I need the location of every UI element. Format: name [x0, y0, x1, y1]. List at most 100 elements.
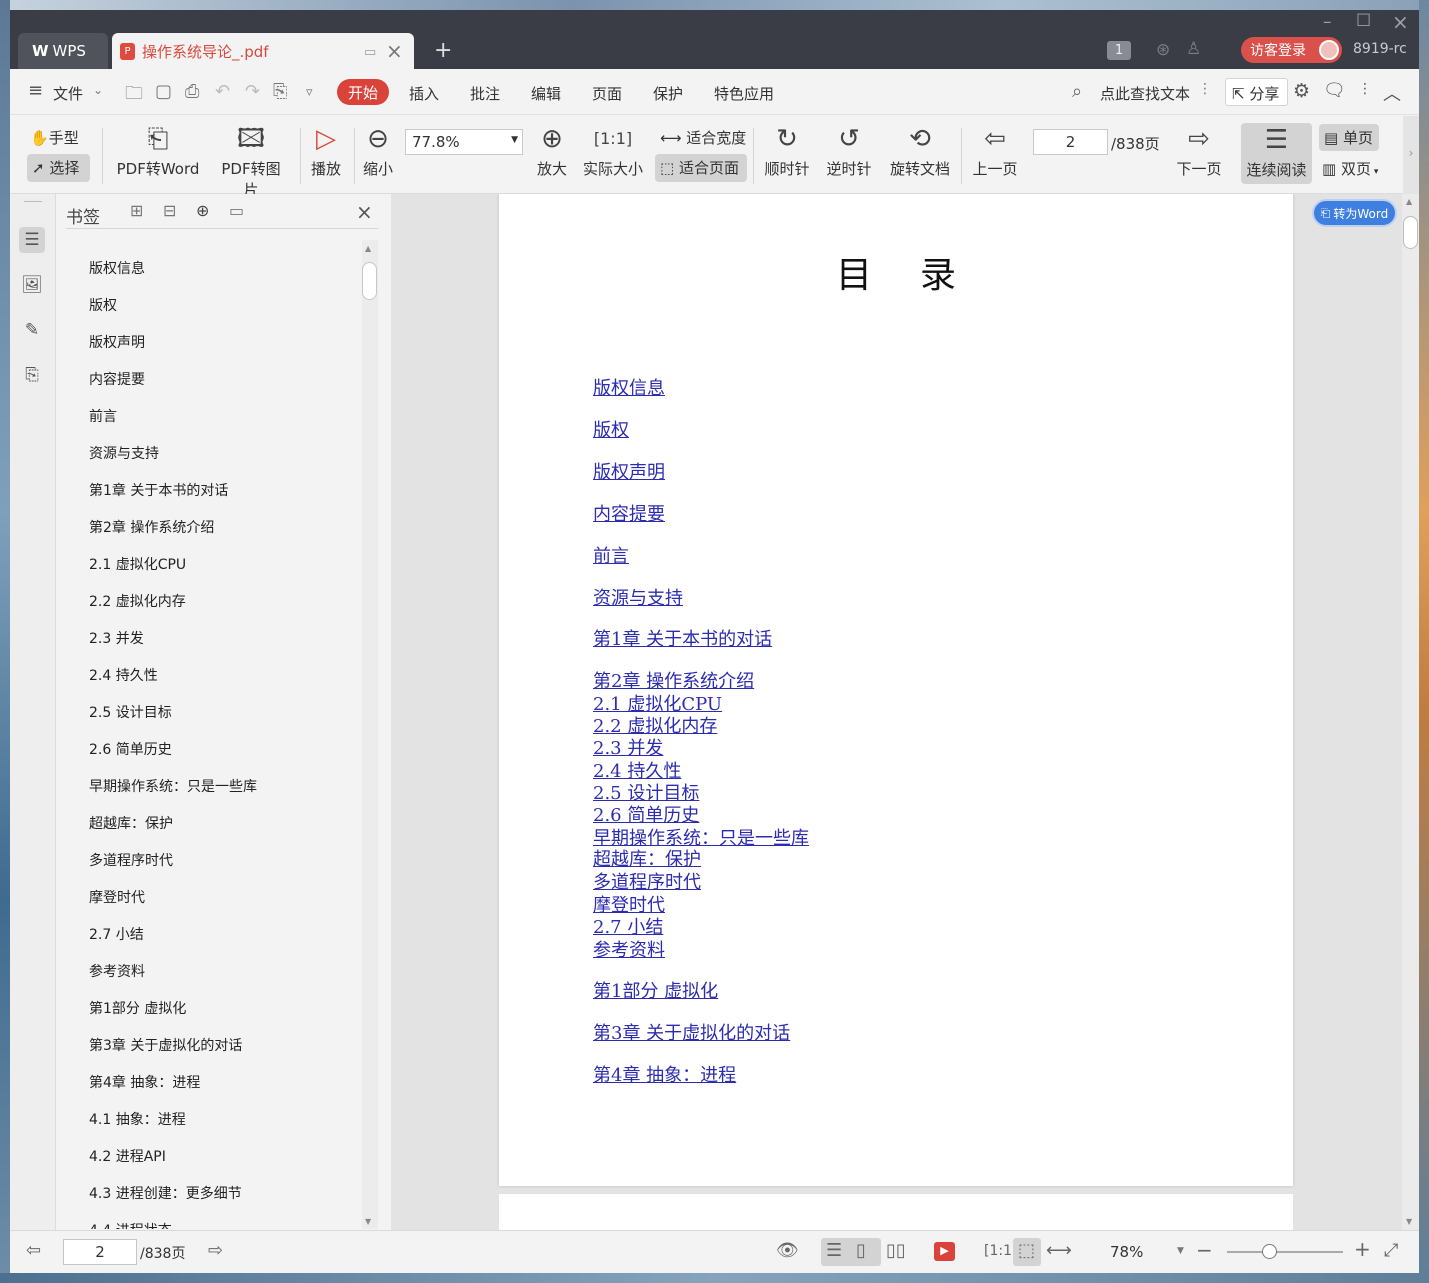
fit-width-button[interactable]: ⟷ 适合宽度	[660, 127, 746, 148]
close-tab-icon[interactable]: ×	[386, 39, 403, 63]
toc-link[interactable]: 第4章 抽象：进程	[593, 1061, 736, 1087]
rotate-clockwise-button[interactable]: ↻ 顺时针	[762, 124, 812, 179]
print-icon[interactable]: ⎙	[185, 81, 199, 102]
continuous-reading-button[interactable]: ☰ 连续阅读	[1241, 123, 1312, 184]
bookmark-item[interactable]: 参考资料	[89, 961, 145, 981]
bookmark-item[interactable]: 2.6 简单历史	[89, 739, 172, 759]
rotate-document-button[interactable]: ⟲ 旋转文档	[888, 124, 952, 179]
bookmark-item[interactable]: 超越库：保护	[89, 813, 173, 833]
bookmark-item[interactable]: 版权声明	[89, 332, 145, 352]
play-button[interactable]: ▷ 播放	[308, 124, 344, 179]
bookmark-item[interactable]: 第1章 关于本书的对话	[89, 480, 228, 500]
document-scroll-thumb[interactable]	[1403, 216, 1418, 249]
collapse-all-icon[interactable]: ⊟	[163, 201, 176, 220]
document-scrollbar[interactable]	[1402, 194, 1419, 1230]
annotation-panel-icon[interactable]: ✎	[19, 317, 45, 343]
open-icon[interactable]: 🗀	[125, 81, 143, 111]
bookmark-item[interactable]: 资源与支持	[89, 443, 159, 463]
toc-link[interactable]: 第3章 关于虚拟化的对话	[593, 1019, 790, 1045]
bookmark-item[interactable]: 早期操作系统：只是一些库	[89, 776, 257, 796]
toc-link[interactable]: 版权	[593, 416, 629, 442]
toolbar-scroll-right[interactable]: ›	[1403, 116, 1419, 194]
minimize-icon[interactable]: –	[1323, 12, 1332, 32]
rotate-counterclockwise-button[interactable]: ↺ 逆时针	[824, 124, 874, 179]
bookmark-item[interactable]: 摩登时代	[89, 887, 145, 907]
thumbnail-panel-icon[interactable]: 🖼	[19, 272, 45, 298]
add-bookmark-icon[interactable]: ⊕	[196, 201, 209, 220]
window-count-badge[interactable]: 1	[1107, 41, 1131, 60]
undo-icon[interactable]: ↶	[215, 81, 230, 102]
redo-icon[interactable]: ↷	[245, 81, 260, 102]
search-text-button[interactable]: 点此查找文本	[1100, 83, 1190, 104]
play-icon[interactable]: ▶	[934, 1242, 955, 1261]
tab-page[interactable]: 页面	[592, 83, 622, 104]
gear-icon[interactable]: ⚙	[1293, 80, 1310, 102]
chevron-down-icon[interactable]: ▼	[1177, 1246, 1184, 1256]
toc-link[interactable]: 内容提要	[593, 500, 665, 526]
fit-page-button[interactable]: ⬚ 适合页面	[655, 154, 747, 182]
document-tab[interactable]: P 操作系统导论_.pdf ▭ ×	[112, 33, 414, 69]
scroll-up-icon[interactable]: ▲	[1406, 197, 1412, 206]
fit-width-icon[interactable]: ⟷	[1046, 1240, 1072, 1261]
zoom-out-icon[interactable]: −	[1196, 1238, 1213, 1262]
single-view-icon[interactable]: ▯	[856, 1240, 866, 1261]
select-tool[interactable]: ➚ 选择	[27, 154, 90, 182]
bookmark-item[interactable]: 多道程序时代	[89, 850, 173, 870]
export-icon[interactable]: ⎘	[273, 81, 287, 102]
pdf-to-word-button[interactable]: ⎗ PDF转Word	[114, 124, 202, 179]
file-menu[interactable]: 文件	[53, 83, 83, 104]
bookmark-item[interactable]: 4.1 抽象：进程	[89, 1109, 186, 1129]
maximize-icon[interactable]: ☐	[1356, 11, 1371, 31]
tab-edit[interactable]: 编辑	[531, 83, 561, 104]
prev-page-button[interactable]: ⇦ 上一页	[970, 124, 1020, 179]
toc-link[interactable]: 版权声明	[593, 458, 665, 484]
zoom-slider-handle[interactable]	[1262, 1244, 1277, 1259]
hamburger-icon[interactable]: ≡	[28, 80, 43, 101]
toc-link[interactable]: 版权信息	[593, 374, 665, 400]
bookmark-panel-icon[interactable]: ☰	[19, 227, 45, 253]
expand-all-icon[interactable]: ⊞	[130, 201, 143, 220]
bookmark-item[interactable]: 2.7 小结	[89, 924, 144, 944]
new-tab-icon[interactable]: +	[434, 38, 452, 63]
double-view-icon[interactable]: ▯▯	[886, 1240, 906, 1261]
guest-login-button[interactable]: 访客登录	[1241, 37, 1342, 63]
toc-link[interactable]: 第1章 关于本书的对话	[593, 625, 772, 651]
save-icon[interactable]: ▢	[155, 81, 172, 102]
eye-protection-icon[interactable]: 👁	[776, 1240, 799, 1261]
tab-annotate[interactable]: 批注	[470, 83, 500, 104]
status-page-input[interactable]: 2	[63, 1239, 137, 1265]
bookmark-item[interactable]: 版权信息	[89, 258, 145, 278]
tab-insert[interactable]: 插入	[409, 83, 439, 104]
next-page-button[interactable]: ⇨ 下一页	[1174, 124, 1224, 179]
bookmark-item[interactable]: 第4章 抽象：进程	[89, 1072, 200, 1092]
bookmark-item[interactable]: 4.2 进程API	[89, 1146, 166, 1166]
zoom-select[interactable]: 77.8% ▼	[405, 129, 523, 155]
search-icon[interactable]: ⌕	[1072, 81, 1082, 102]
bookmark-item[interactable]: 2.3 并发	[89, 628, 144, 648]
tab-start[interactable]: 开始	[337, 79, 389, 105]
scroll-down-icon[interactable]: ▼	[365, 1217, 371, 1226]
actual-size-button[interactable]: [1:1] 实际大小	[581, 124, 645, 179]
hand-tool[interactable]: ✋手型	[30, 127, 79, 148]
bookmark-item[interactable]: 前言	[89, 406, 117, 426]
bookmark-options-icon[interactable]: ▭	[229, 201, 244, 220]
pdf-to-image-button[interactable]: 🖾 PDF转图片	[214, 124, 288, 200]
bookmark-item[interactable]: 2.2 虚拟化内存	[89, 591, 186, 611]
zoom-in-icon[interactable]: +	[1354, 1237, 1371, 1261]
convert-to-word-button[interactable]: ⎗ 转为Word	[1312, 199, 1397, 227]
tab-special[interactable]: 特色应用	[714, 83, 774, 104]
bookmark-item[interactable]: 内容提要	[89, 369, 145, 389]
scroll-down-icon[interactable]: ▼	[1406, 1217, 1412, 1226]
toc-link[interactable]: 资源与支持	[593, 584, 683, 610]
bookmark-item[interactable]: 第2章 操作系统介绍	[89, 517, 214, 537]
toc-link[interactable]: 参考资料	[593, 936, 665, 962]
page-number-input[interactable]: 2	[1033, 129, 1108, 155]
next-page-icon[interactable]: ⇨	[208, 1240, 223, 1261]
bookmark-item[interactable]: 版权	[89, 295, 117, 315]
convert-panel-icon[interactable]: ⎘	[19, 362, 45, 388]
bookmark-item[interactable]: 第3章 关于虚拟化的对话	[89, 1035, 242, 1055]
more-options-icon[interactable]: ⋮	[1358, 81, 1372, 97]
bookmark-item[interactable]: 2.1 虚拟化CPU	[89, 554, 186, 574]
bookmark-item[interactable]: 4.4 进程状态	[89, 1220, 172, 1229]
single-page-button[interactable]: ▤ 单页	[1319, 124, 1379, 151]
